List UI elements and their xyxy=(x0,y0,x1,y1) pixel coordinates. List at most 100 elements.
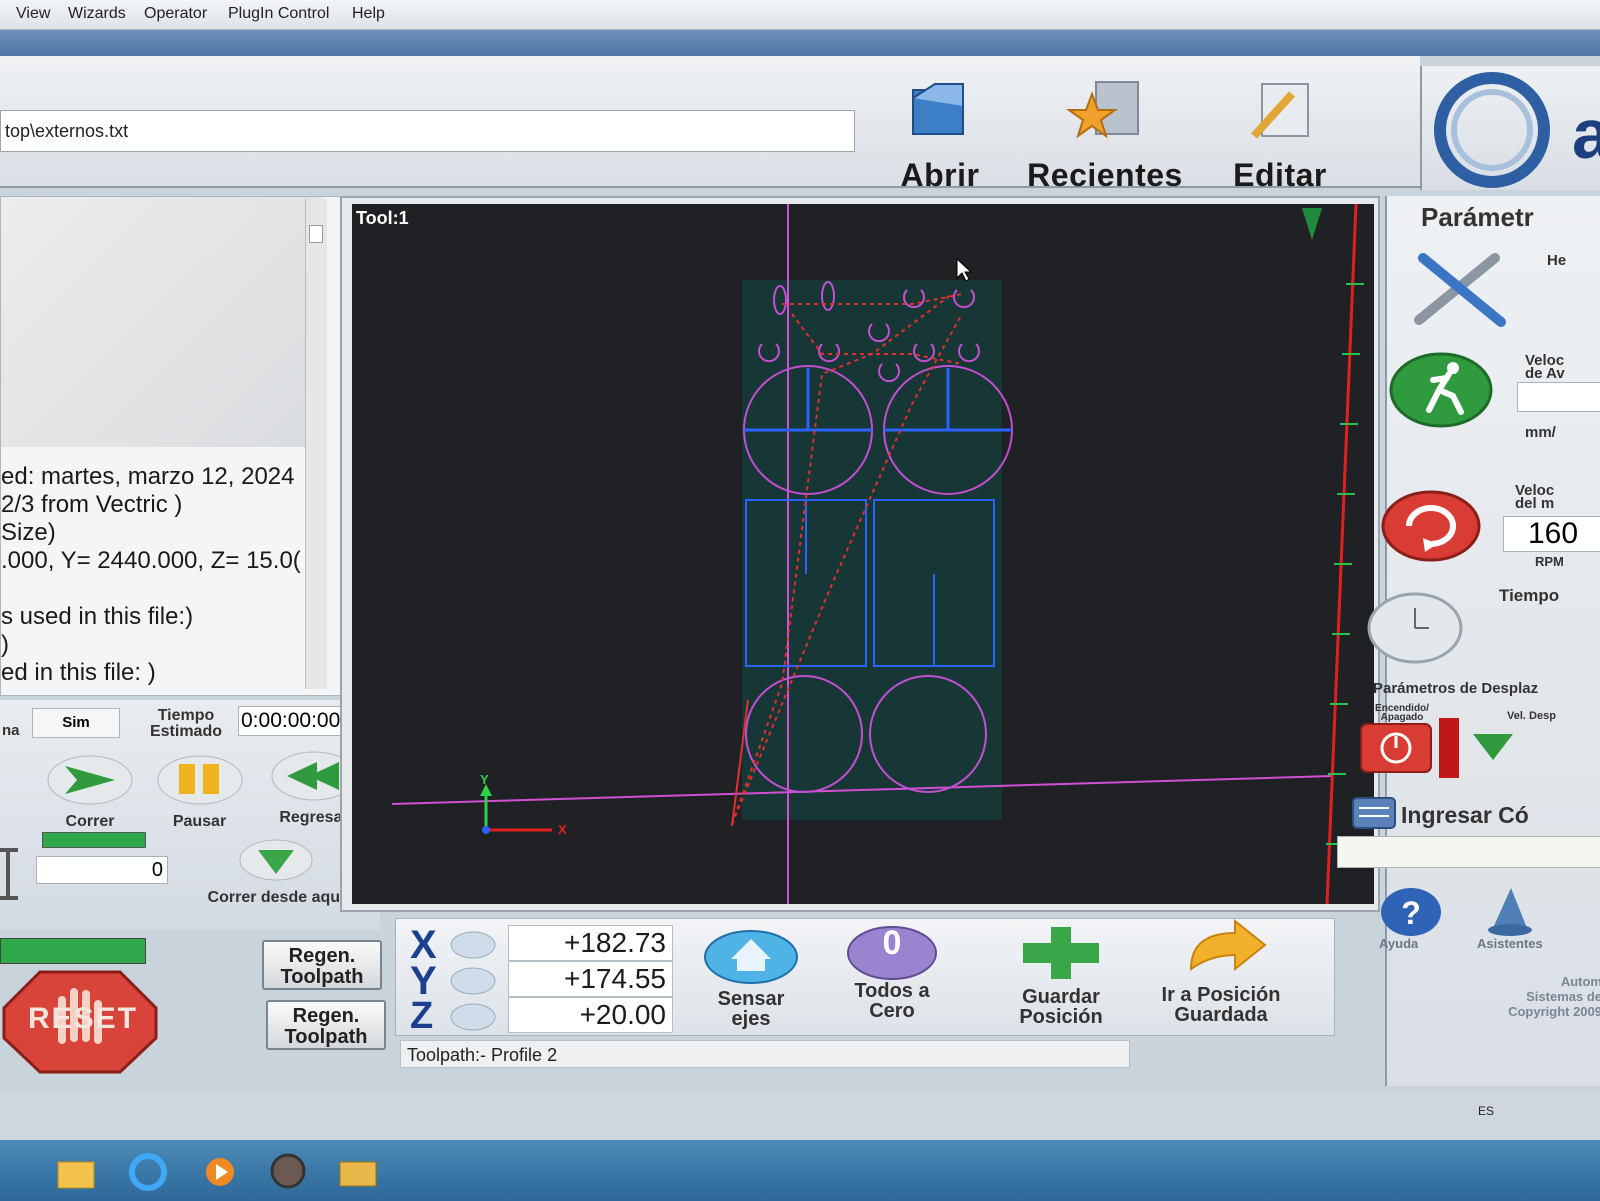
pause-icon xyxy=(157,755,242,805)
origin-axes xyxy=(480,784,552,834)
gcode-line: ed in this file: ) xyxy=(1,659,156,686)
dro-panel: X Y Z +182.73 +174.55 +20.00 Sensar ejes… xyxy=(395,918,1335,1037)
jog-down-arrow-icon[interactable] xyxy=(1471,732,1515,762)
internet-explorer-icon[interactable] xyxy=(124,1150,172,1194)
home-label-1: Sensar xyxy=(717,988,785,1010)
credits-text: Autom Sistemas de Copyright 2009 xyxy=(1427,974,1600,1019)
language-indicator[interactable]: ES xyxy=(1478,1104,1494,1118)
home-label-2: ejes xyxy=(731,1008,771,1030)
run-controls-panel: na Sim Tiempo Estimado 0:00:00:00 Correr… xyxy=(0,700,380,930)
menu-operator[interactable]: Operator xyxy=(144,5,207,23)
recent-button[interactable]: Recientes xyxy=(1010,76,1200,194)
spindle-unit-label: RPM xyxy=(1535,554,1564,569)
spindle-label-2: del m xyxy=(1515,495,1555,512)
spindle-speed-value[interactable]: 160 xyxy=(1503,516,1600,552)
toolpath-display[interactable]: Y X xyxy=(352,203,1374,905)
explorer-folder-icon[interactable] xyxy=(52,1152,100,1192)
gcode-line: Size) xyxy=(1,519,56,546)
menu-view[interactable]: View xyxy=(16,5,50,23)
edit-pencil-icon xyxy=(1251,83,1309,139)
menu-wizards[interactable]: Wizards xyxy=(68,5,126,23)
reset-label: RESET xyxy=(27,1002,139,1035)
zero-all-button[interactable]: 0 Todos a Cero xyxy=(836,923,948,1021)
run-indicator-led xyxy=(42,832,146,848)
feed-rate-runner-icon[interactable] xyxy=(1389,350,1495,430)
help-label: Ayuda xyxy=(1379,936,1419,951)
svg-text:?: ? xyxy=(1401,895,1421,931)
folder-open-icon xyxy=(912,83,964,135)
est-time-line2: Estimado xyxy=(149,723,222,740)
spindle-speed-label: Veloc del m xyxy=(1515,483,1555,512)
help-icon[interactable]: ? xyxy=(1377,886,1445,938)
wizard-hat-icon[interactable] xyxy=(1485,886,1535,938)
goto-saved-position-button[interactable]: Ir a Posición Guardada xyxy=(1136,918,1306,1026)
feed-label-2: de Av xyxy=(1525,365,1565,382)
feed-rate-value[interactable] xyxy=(1517,382,1600,412)
scroll-thumb[interactable] xyxy=(309,225,323,243)
tools-icon[interactable] xyxy=(1405,246,1515,330)
gcode-preview-area xyxy=(1,197,321,447)
app-logo-icon: a xyxy=(1434,72,1600,188)
home-axes-button[interactable]: Sensar ejes xyxy=(696,925,806,1029)
pause-label: Pausar xyxy=(172,813,227,830)
goto-label-2: Guardada xyxy=(1174,1004,1268,1026)
clock-icon xyxy=(1367,592,1463,664)
save-label-1: Guardar xyxy=(1022,986,1100,1008)
recent-label: Recientes xyxy=(1027,157,1183,193)
regen-toolpath-button[interactable]: Regen. Toolpath xyxy=(262,940,382,990)
tool-height-label: He xyxy=(1547,252,1567,269)
recent-star-icon xyxy=(1065,81,1139,139)
run-from-here-icon xyxy=(239,839,313,881)
regen2-line1: Regen. xyxy=(292,1005,360,1027)
credit-line3: Copyright 2009 xyxy=(1508,1004,1600,1019)
jog-toggle-icon[interactable] xyxy=(1359,716,1467,782)
status-strip: ES xyxy=(0,1090,1600,1140)
save-label-2: Posición xyxy=(1019,1006,1103,1028)
gcode-panel: ed: martes, marzo 12, 2024 2/3 from Vect… xyxy=(0,196,360,696)
spindle-cycle-icon[interactable] xyxy=(1379,486,1485,566)
pause-button[interactable]: Pausar xyxy=(152,752,247,831)
goto-label-1: Ir a Posición xyxy=(1161,984,1281,1006)
logo-panel: a xyxy=(1420,66,1600,190)
media-player-icon[interactable] xyxy=(196,1152,244,1192)
time-label: Tiempo xyxy=(1499,586,1560,605)
origin-y-label: Y xyxy=(480,772,489,787)
reset-button[interactable]: RESET xyxy=(0,968,160,1076)
sim-button[interactable]: Sim xyxy=(32,708,120,738)
jog-speed-label: Vel. Desp xyxy=(1507,710,1556,722)
plus-icon xyxy=(1023,927,1099,979)
zero-y-icon xyxy=(450,967,496,995)
regen-line1: Regen. xyxy=(288,945,356,967)
save-position-button[interactable]: Guardar Posición xyxy=(996,923,1126,1027)
regen-toolpath-button-2[interactable]: Regen. Toolpath xyxy=(266,1000,386,1050)
folder-taskbar-icon[interactable] xyxy=(334,1150,382,1194)
menu-bar: View Wizards Operator PlugIn Control Hel… xyxy=(0,0,1600,30)
run-arrow-icon xyxy=(47,755,133,805)
regen-line2: Toolpath xyxy=(280,966,364,988)
wizards-label: Asistentes xyxy=(1477,936,1543,951)
y-position-value[interactable]: +174.55 xyxy=(508,961,673,997)
menu-plugin-control[interactable]: PlugIn Control xyxy=(228,5,329,23)
menu-help[interactable]: Help xyxy=(352,5,385,23)
mdi-label: Ingresar Có xyxy=(1401,802,1529,828)
gcode-line: ed: martes, marzo 12, 2024 xyxy=(1,463,295,490)
mdi-input[interactable] xyxy=(1337,836,1600,868)
edit-button[interactable]: Editar xyxy=(1215,76,1345,194)
cnc-app-taskbar-icon[interactable] xyxy=(264,1148,312,1194)
open-button[interactable]: Abrir xyxy=(885,76,995,194)
zero-glyph: 0 xyxy=(882,924,902,962)
zero-axis-buttons[interactable] xyxy=(448,929,498,1033)
run-button[interactable]: Correr xyxy=(40,752,140,831)
svg-text:a: a xyxy=(1572,95,1600,173)
line-number-input[interactable]: 0 xyxy=(36,856,168,884)
top-toolbar: top\externos.txt Abrir Recientes Editar xyxy=(0,56,1420,193)
estimated-time-label: Tiempo Estimado xyxy=(136,708,236,740)
file-path-field[interactable]: top\externos.txt xyxy=(0,110,855,152)
x-position-value[interactable]: +182.73 xyxy=(508,925,673,961)
z-position-value[interactable]: +20.00 xyxy=(508,997,673,1033)
gcode-line xyxy=(1,575,341,603)
left-stub-label: na xyxy=(2,722,20,739)
credit-line2: Sistemas de xyxy=(1526,989,1600,1004)
jog-params-label: Parámetros de Desplaz xyxy=(1373,680,1539,697)
gcode-line: 2/3 from Vectric ) xyxy=(1,491,183,518)
